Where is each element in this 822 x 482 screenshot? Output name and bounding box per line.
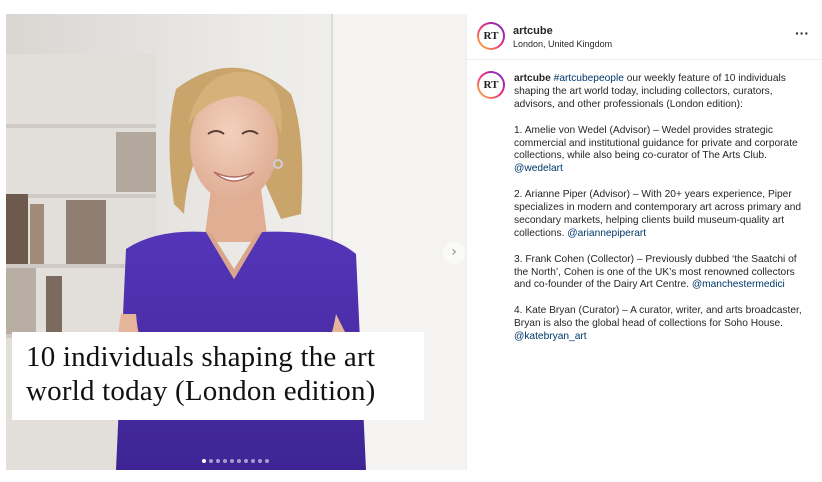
carousel-indicator [202,459,269,463]
carousel-dot [223,459,227,463]
ellipsis-icon[interactable]: ··· [795,25,809,41]
caption-item-text: 1. Amelie von Wedel (Advisor) – Wedel pr… [514,124,798,162]
caption-username[interactable]: artcube [514,73,551,84]
avatar-monogram: RT [479,24,503,48]
mention-link[interactable]: @katebryan_art [514,331,587,342]
post-caption: artcube #artcubepeople our weekly featur… [514,73,810,357]
carousel-dot [237,459,241,463]
carousel-dot [244,459,248,463]
overlay-title: 10 individuals shaping the art world tod… [26,341,376,407]
caption-intro: artcube #artcubepeople our weekly featur… [514,73,810,112]
hashtag-link[interactable]: #artcubepeople [554,73,624,84]
carousel-next-button[interactable]: › [443,242,465,264]
carousel-dot [251,459,255,463]
header-location[interactable]: London, United Kingdom [513,39,612,49]
post-image[interactable]: 10 individuals shaping the art world tod… [6,14,466,470]
title-overlay: 10 individuals shaping the art world tod… [12,332,424,420]
carousel-dot [216,459,220,463]
instagram-post-modal: 10 individuals shaping the art world tod… [0,0,822,482]
carousel-dot [230,459,234,463]
caption-item: 2. Arianne Piper (Advisor) – With 20+ ye… [514,189,810,241]
caption-item: 3. Frank Cohen (Collector) – Previously … [514,254,810,293]
carousel-dot [265,459,269,463]
mention-link[interactable]: @wedelart [514,163,563,174]
caption-item-text: 2. Arianne Piper (Advisor) – With 20+ ye… [514,189,802,239]
chevron-right-icon: › [451,244,457,260]
post-sidebar: RT artcube London, United Kingdom ··· RT… [466,14,822,470]
mention-link[interactable]: @manchestermedici [692,279,785,290]
avatar[interactable]: RT [477,22,505,50]
caption-item: 1. Amelie von Wedel (Advisor) – Wedel pr… [514,125,810,177]
carousel-dot [209,459,213,463]
caption-item-text: 4. Kate Bryan (Curator) – A curator, wri… [514,305,802,330]
header-username[interactable]: artcube [513,25,553,37]
carousel-dot [258,459,262,463]
post-header: RT artcube London, United Kingdom ··· [467,14,822,60]
carousel-dot [202,459,206,463]
mention-link[interactable]: @ariannepiperart [567,228,646,239]
caption-avatar[interactable]: RT [477,71,505,99]
avatar-monogram: RT [479,73,503,97]
caption-item: 4. Kate Bryan (Curator) – A curator, wri… [514,305,810,344]
